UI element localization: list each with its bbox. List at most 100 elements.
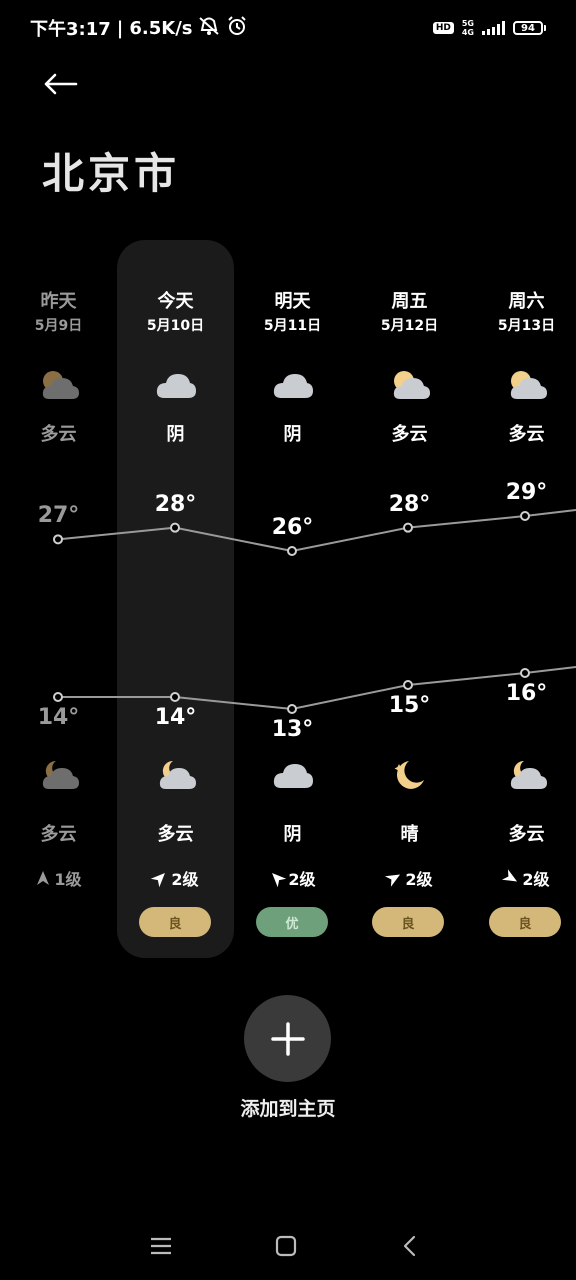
night-condition: 晴	[400, 824, 419, 845]
low-temp-label: 14°	[154, 705, 197, 730]
day-name: 明天	[274, 291, 311, 312]
wind-level: 2级	[405, 870, 433, 889]
high-temp-label: 28°	[388, 491, 431, 517]
day-weather-icon	[351, 368, 468, 402]
day-condition: 多云	[40, 424, 77, 445]
day-date: 5月10日	[146, 318, 205, 334]
add-to-home-label: 添加到主页	[240, 1098, 336, 1120]
high-temp-line-point	[287, 546, 297, 556]
day-weather-icon	[468, 368, 576, 402]
status-right: HD 5G 4G 94	[432, 19, 546, 37]
wind-direction-icon	[151, 873, 166, 888]
low-temp-label: 14°	[37, 705, 80, 730]
night-weather-icon	[234, 758, 351, 792]
wind-info: 2级	[234, 866, 351, 890]
today-highlight	[117, 240, 234, 958]
back-arrow-icon	[44, 73, 78, 95]
status-time: 下午3:17	[30, 19, 111, 40]
alarm-icon	[226, 15, 248, 42]
high-temp-label: 29°	[505, 480, 548, 505]
day-date: 5月12日	[380, 318, 439, 334]
day-weather-icon	[117, 368, 234, 402]
night-condition: 阴	[283, 824, 302, 845]
network-speed: 6.5K/s	[129, 17, 193, 39]
aqi-badge[interactable]: 良	[489, 907, 561, 937]
cloudy-icon	[273, 374, 313, 398]
partly-cloudy-day-icon	[393, 371, 430, 399]
night-weather-icon	[468, 758, 576, 792]
wind-info: 1级	[0, 866, 117, 890]
wind-level: 1级	[54, 870, 82, 889]
day-name: 周六	[508, 291, 545, 312]
day-date: 5月9日	[34, 318, 83, 334]
low-temp-label: 13°	[271, 717, 314, 742]
weather-forecast-screen: 下午3:17 | 6.5K/s HD 5G 4G 94 北京市 昨天 5月9日 …	[0, 0, 576, 1280]
status-left: 下午3:17 | 6.5K/s	[30, 15, 248, 42]
wind-direction-icon	[502, 869, 518, 882]
network-type-top: 5G	[461, 19, 474, 28]
city-title: 北京市	[42, 149, 181, 198]
signal-icon	[482, 21, 505, 35]
wind-info: 2级	[117, 866, 234, 890]
mute-vibrate-icon	[198, 16, 220, 41]
night-condition: 多云	[508, 824, 545, 845]
high-temp-label: 26°	[271, 515, 314, 540]
day-date: 5月13日	[497, 318, 556, 334]
day-condition: 多云	[391, 424, 428, 445]
status-bar: 下午3:17 | 6.5K/s HD 5G 4G 94	[30, 12, 546, 44]
aqi-badge[interactable]: 良	[372, 907, 444, 937]
cloudy-icon	[273, 764, 313, 788]
night-condition: 多云	[40, 824, 77, 845]
wind-info: 2级	[468, 866, 576, 890]
aqi-badge[interactable]: 优	[256, 907, 328, 937]
partly-cloudy-night-icon	[42, 760, 79, 789]
home-icon	[275, 1235, 297, 1257]
network-type: 5G 4G	[462, 19, 474, 37]
back-button[interactable]	[40, 66, 80, 102]
day-name: 昨天	[40, 291, 77, 312]
partly-cloudy-day-icon	[510, 371, 547, 399]
low-temp-line-point	[53, 692, 63, 702]
wind-level: 2级	[171, 870, 199, 889]
aqi-badge[interactable]: 良	[139, 907, 211, 937]
day-weather-icon	[0, 368, 117, 402]
day-name: 周五	[391, 291, 428, 312]
day-weather-icon	[234, 368, 351, 402]
menu-icon	[151, 1237, 171, 1255]
hd-badge: HD	[432, 22, 454, 34]
low-temp-line-point	[520, 668, 530, 678]
status-separator: |	[116, 17, 124, 39]
low-temp-line-point	[287, 704, 297, 714]
nav-back-button[interactable]	[392, 1228, 428, 1264]
low-temp-line-point	[403, 680, 413, 690]
battery-level: 94	[513, 21, 543, 35]
home-button[interactable]	[268, 1228, 304, 1264]
moon-icon	[394, 761, 424, 789]
night-weather-icon	[0, 758, 117, 792]
high-temp-label: 27°	[37, 503, 80, 529]
partly-cloudy-night-icon	[510, 760, 547, 789]
plus-icon	[270, 1021, 305, 1056]
cloudy-icon	[156, 374, 196, 398]
day-name: 今天	[157, 291, 194, 312]
partly-cloudy-night-icon	[159, 760, 196, 789]
partly-cloudy-day-icon	[42, 371, 79, 399]
wind-level: 2级	[522, 870, 550, 889]
add-to-home-button[interactable]	[244, 995, 331, 1082]
day-condition: 阴	[166, 424, 185, 445]
night-weather-icon	[117, 758, 234, 792]
day-date: 5月11日	[263, 318, 322, 334]
day-condition: 多云	[508, 424, 545, 445]
wind-level: 2级	[288, 870, 316, 889]
wind-info: 2级	[351, 866, 468, 890]
high-temp-line-point	[520, 511, 530, 521]
menu-button[interactable]	[143, 1228, 179, 1264]
wind-direction-icon	[385, 874, 401, 887]
back-icon	[403, 1235, 416, 1257]
low-temp-label: 15°	[388, 693, 431, 718]
high-temp-label: 28°	[154, 491, 197, 517]
day-condition: 阴	[283, 424, 302, 445]
navigation-bar	[0, 1228, 576, 1264]
network-type-bottom: 4G	[461, 28, 474, 37]
high-temp-line-point	[53, 534, 63, 545]
